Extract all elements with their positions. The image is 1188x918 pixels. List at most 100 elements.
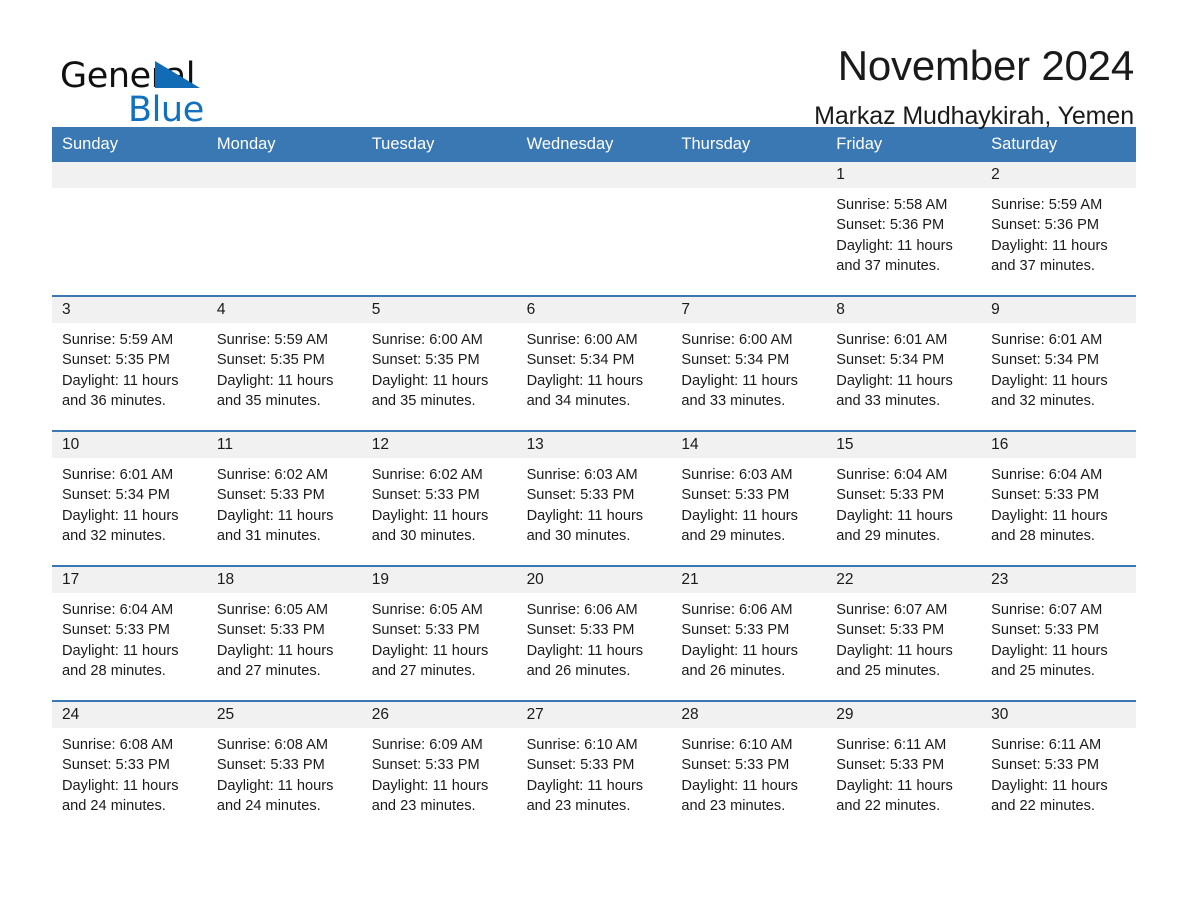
day-info-line: Sunset: 5:35 PM [371,352,480,369]
day-info-line: Sunset: 5:33 PM [681,487,790,504]
day-info-line: and 35 minutes. [216,393,321,410]
day-number: 29 [826,702,982,729]
weekday-header-row: Sunday Monday Tuesday Wednesday Thursday… [52,127,1136,163]
day-info-line: Sunrise: 6:06 AM [681,602,793,619]
day-number: 18 [206,567,362,594]
day-cell[interactable]: 17 Sunrise: 6:04 AM Sunset: 5:33 PM Dayligh… [52,567,207,701]
day-number: 4 [206,297,362,324]
day-cell[interactable]: 10 Sunrise: 6:01 AM Sunset: 5:34 PM Dayligh… [52,432,207,566]
weekday-header-wednesday: Wednesday [526,135,614,153]
day-sun-info [362,188,517,195]
day-cell[interactable]: 12 Sunrise: 6:02 AM Sunset: 5:33 PM Dayligh… [361,432,517,566]
calendar-page: General Blue November 2024 Markaz Mudhay… [0,0,1188,918]
day-info-line: and 28 minutes. [991,528,1095,545]
day-info-line: and 32 minutes. [62,528,166,545]
day-sun-info: Sunrise: 6:07 AM Sunset: 5:33 PM Daylight:… [981,593,1136,681]
day-info-line: and 27 minutes. [216,663,321,680]
day-sun-info [671,188,826,195]
day-cell[interactable]: 6 Sunrise: 6:00 AM Sunset: 5:34 PM Daylight… [516,297,672,431]
day-cell[interactable]: 22 Sunrise: 6:07 AM Sunset: 5:33 PM Dayligh… [826,567,982,701]
general-blue-logo[interactable]: General Blue [52,44,332,130]
day-cell[interactable]: 11 Sunrise: 6:02 AM Sunset: 5:33 PM Dayligh… [206,432,362,566]
day-info-line: Daylight: 11 hours [526,642,644,659]
day-cell[interactable]: 25 Sunrise: 6:08 AM Sunset: 5:33 PM Dayligh… [206,702,362,836]
day-sun-info: Sunrise: 6:08 AM Sunset: 5:33 PM Daylight:… [207,728,362,816]
day-cell[interactable]: 28 Sunrise: 6:10 AM Sunset: 5:33 PM Dayligh… [671,702,827,836]
day-sun-info: Sunrise: 6:06 AM Sunset: 5:33 PM Daylight:… [671,593,826,681]
day-cell[interactable]: 5 Sunrise: 6:00 AM Sunset: 5:35 PM Daylight… [361,297,517,431]
weekday-header-sunday: Sunday [62,135,118,153]
day-number [671,162,827,189]
day-info-line: Daylight: 11 hours [526,507,644,524]
day-cell[interactable]: 9 Sunrise: 6:01 AM Sunset: 5:34 PM Daylight… [981,297,1136,431]
day-info-line: and 33 minutes. [836,393,941,410]
day-info-line: Sunrise: 6:01 AM [991,332,1103,349]
day-cell[interactable]: 8 Sunrise: 6:01 AM Sunset: 5:34 PM Daylight… [826,297,982,431]
page-title: November 2024 [837,42,1134,89]
day-info-line: and 29 minutes. [836,528,941,545]
day-cell[interactable]: 21 Sunrise: 6:06 AM Sunset: 5:33 PM Dayligh… [671,567,827,701]
day-cell[interactable]: 27 Sunrise: 6:10 AM Sunset: 5:33 PM Dayligh… [516,702,672,836]
day-cell-empty [671,162,827,296]
day-info-line: Daylight: 11 hours [526,372,644,389]
day-cell[interactable]: 15 Sunrise: 6:04 AM Sunset: 5:33 PM Dayligh… [826,432,982,566]
day-info-line: and 26 minutes. [526,663,631,680]
calendar-week-row: 17 Sunrise: 6:04 AM Sunset: 5:33 PM Dayligh… [52,565,1136,701]
day-cell[interactable]: 29 Sunrise: 6:11 AM Sunset: 5:33 PM Dayligh… [826,702,982,836]
day-sun-info: Sunrise: 5:59 AM Sunset: 5:36 PM Daylight:… [981,188,1136,276]
day-cell[interactable]: 4 Sunrise: 5:59 AM Sunset: 5:35 PM Daylight… [206,297,362,431]
day-info-line: Sunrise: 6:08 AM [216,737,328,754]
day-info-line: Sunrise: 6:03 AM [681,467,793,484]
day-info-line: Daylight: 11 hours [991,507,1108,524]
day-sun-info: Sunrise: 6:04 AM Sunset: 5:33 PM Daylight:… [981,458,1136,546]
day-sun-info: Sunrise: 6:02 AM Sunset: 5:33 PM Daylight:… [362,458,517,546]
day-cell[interactable]: 20 Sunrise: 6:06 AM Sunset: 5:33 PM Dayligh… [516,567,672,701]
day-info-line: and 35 minutes. [371,393,476,410]
day-sun-info [517,188,672,195]
day-info-line: Sunset: 5:33 PM [991,487,1100,504]
page-header: General Blue November 2024 Markaz Mudhay… [52,0,1136,130]
day-info-line: Sunrise: 6:01 AM [62,467,174,484]
day-info-line: and 22 minutes. [991,798,1095,815]
day-sun-info [52,188,207,195]
day-sun-info: Sunrise: 6:00 AM Sunset: 5:35 PM Daylight:… [362,323,517,411]
day-cell[interactable]: 19 Sunrise: 6:05 AM Sunset: 5:33 PM Dayligh… [361,567,517,701]
day-number: 26 [361,702,517,729]
day-info-line: Sunrise: 5:59 AM [62,332,174,349]
day-info-line: Daylight: 11 hours [371,777,489,794]
day-cell[interactable]: 30 Sunrise: 6:11 AM Sunset: 5:33 PM Dayligh… [981,702,1136,836]
day-info-line: Daylight: 11 hours [371,372,489,389]
day-info-line: Sunrise: 6:00 AM [681,332,793,349]
day-cell[interactable]: 16 Sunrise: 6:04 AM Sunset: 5:33 PM Dayligh… [981,432,1136,566]
calendar-week-row: 3 Sunrise: 5:59 AM Sunset: 5:35 PM Daylight… [52,295,1136,431]
day-info-line: and 37 minutes. [836,258,941,275]
day-info-line: Daylight: 11 hours [216,777,334,794]
day-cell[interactable]: 26 Sunrise: 6:09 AM Sunset: 5:33 PM Dayligh… [361,702,517,836]
day-cell[interactable]: 14 Sunrise: 6:03 AM Sunset: 5:33 PM Dayligh… [671,432,827,566]
day-cell[interactable]: 23 Sunrise: 6:07 AM Sunset: 5:33 PM Dayligh… [981,567,1136,701]
weekday-header-monday: Monday [216,135,276,153]
day-info-line: Daylight: 11 hours [62,507,179,524]
day-number: 19 [361,567,517,594]
day-cell[interactable]: 3 Sunrise: 5:59 AM Sunset: 5:35 PM Daylight… [52,297,207,431]
day-sun-info: Sunrise: 6:01 AM Sunset: 5:34 PM Daylight:… [52,458,207,546]
day-sun-info: Sunrise: 6:06 AM Sunset: 5:33 PM Daylight:… [517,593,672,681]
day-cell[interactable]: 1 Sunrise: 5:58 AM Sunset: 5:36 PM Daylight… [826,162,982,296]
day-cell[interactable]: 2 Sunrise: 5:59 AM Sunset: 5:36 PM Daylight… [981,162,1136,296]
day-info-line: and 24 minutes. [216,798,321,815]
day-number: 10 [52,432,207,459]
day-sun-info: Sunrise: 6:03 AM Sunset: 5:33 PM Daylight:… [517,458,672,546]
day-cell[interactable]: 24 Sunrise: 6:08 AM Sunset: 5:33 PM Dayligh… [52,702,207,836]
day-number: 23 [981,567,1136,594]
day-info-line: Daylight: 11 hours [836,507,953,524]
weekday-header-thursday: Thursday [681,135,751,153]
day-info-line: Daylight: 11 hours [62,372,179,389]
day-info-line: and 27 minutes. [371,663,476,680]
day-cell[interactable]: 7 Sunrise: 6:00 AM Sunset: 5:34 PM Daylight… [671,297,827,431]
day-info-line: and 25 minutes. [836,663,941,680]
day-cell[interactable]: 13 Sunrise: 6:03 AM Sunset: 5:33 PM Dayligh… [516,432,672,566]
day-number [361,162,517,189]
day-info-line: Sunrise: 6:10 AM [526,737,638,754]
day-cell[interactable]: 18 Sunrise: 6:05 AM Sunset: 5:33 PM Dayligh… [206,567,362,701]
day-sun-info: Sunrise: 6:10 AM Sunset: 5:33 PM Daylight:… [517,728,672,816]
